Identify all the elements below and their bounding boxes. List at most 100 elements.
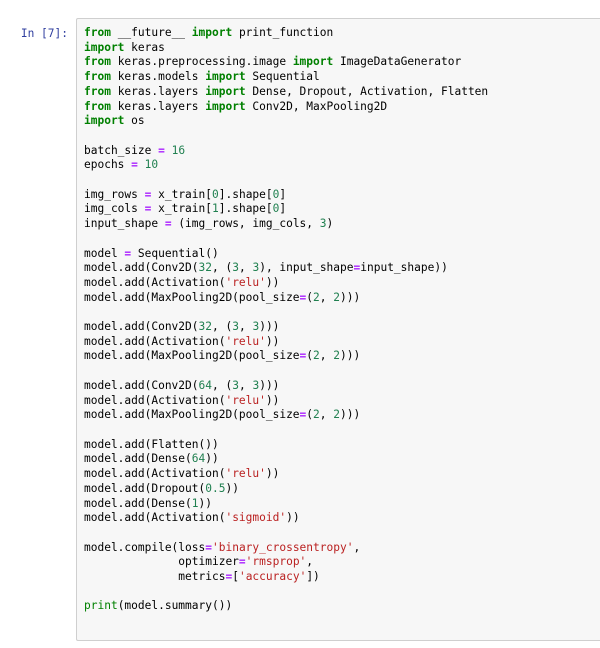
code-editor[interactable]: from __future__ import print_function im… (84, 26, 596, 614)
code-token: model.add(MaxPooling2D(pool_size (84, 349, 300, 363)
code-token: )) (265, 467, 280, 481)
code-line: input_shape = (img_rows, img_cols, 3) (84, 217, 333, 230)
code-token: 2 (313, 290, 320, 304)
code-token: 'relu' (225, 334, 266, 348)
code-token: model.add(Activation( (84, 334, 226, 348)
code-token: model (84, 246, 125, 260)
code-token: )) (286, 511, 300, 525)
code-token: import (205, 70, 246, 84)
code-token: input_shape)) (360, 261, 448, 275)
code-token: ))) (259, 378, 280, 392)
code-token: , (319, 408, 334, 422)
code-token: (img_rows, img_cols, (171, 217, 320, 231)
code-token: = (158, 143, 165, 157)
code-token: model.add(Activation( (84, 511, 226, 525)
code-token: optimizer (84, 555, 239, 569)
code-token: , (306, 555, 314, 569)
code-token: 'rmsprop' (245, 555, 307, 569)
code-token: x_train[ (151, 202, 212, 216)
code-token: model.add(Conv2D( (84, 378, 199, 392)
code-line: import keras (84, 41, 165, 54)
code-token: , (238, 320, 253, 334)
code-token: , (238, 261, 253, 275)
code-token: )) (225, 481, 239, 495)
code-token: model.add(Dense( (84, 496, 192, 510)
code-line: model.add(Conv2D(32, (3, 3))) (84, 320, 279, 333)
notebook-container: In [7]: from __future__ import print_fun… (0, 0, 600, 648)
code-line: from keras.layers import Conv2D, MaxPool… (84, 100, 387, 113)
code-token: ))) (340, 349, 361, 363)
code-token: model.add(Dropout( (84, 481, 206, 495)
code-token: import (205, 99, 246, 113)
code-line: model.add(Activation('relu')) (84, 467, 279, 480)
code-token: model.add(MaxPooling2D(pool_size (84, 408, 300, 422)
code-token: from (84, 99, 111, 113)
code-token: ) (326, 217, 334, 231)
code-line: model.add(Dropout(0.5)) (84, 482, 239, 495)
code-token: ))) (259, 320, 280, 334)
code-line: img_rows = x_train[0].shape[0] (84, 188, 286, 201)
code-token: )) (265, 393, 280, 407)
code-token: )) (198, 496, 213, 510)
code-token: keras (124, 40, 165, 54)
code-token: = (164, 217, 172, 231)
code-token: model.add(Dense( (84, 452, 192, 466)
code-token: , (238, 378, 253, 392)
code-token: Conv2D, MaxPooling2D (245, 99, 388, 113)
code-token: Sequential (245, 70, 320, 84)
code-token: )) (265, 334, 280, 348)
code-line: model = Sequential() (84, 247, 219, 260)
code-token: 10 (144, 158, 159, 172)
code-input-area[interactable]: from __future__ import print_function im… (76, 18, 600, 641)
code-token: img_cols (84, 202, 145, 216)
code-line: model.add(Activation('relu')) (84, 394, 279, 407)
code-token: __future__ (110, 26, 192, 39)
code-token: os (124, 114, 145, 128)
code-line: epochs = 10 (84, 158, 158, 171)
code-token: import (84, 40, 125, 54)
code-line: from keras.layers import Dense, Dropout,… (84, 85, 488, 98)
code-token: import (191, 26, 233, 39)
code-line: img_cols = x_train[1].shape[0] (84, 202, 286, 215)
code-token: keras.layers (110, 99, 206, 113)
code-token: , (353, 540, 361, 554)
code-token: model.add(Conv2D( (84, 261, 199, 275)
code-cell[interactable]: In [7]: from __future__ import print_fun… (0, 18, 600, 641)
code-line: from keras.models import Sequential (84, 70, 320, 83)
code-line: model.add(Dense(1)) (84, 497, 212, 510)
code-token: ] (279, 187, 287, 201)
code-token: x_train[ (151, 187, 212, 201)
code-token: 'sigmoid' (225, 511, 287, 525)
code-token: 64 (198, 378, 212, 392)
code-token: 'relu' (225, 393, 266, 407)
code-token: 32 (198, 320, 212, 334)
code-token: model.add(Conv2D( (84, 320, 199, 334)
code-token: , (319, 349, 334, 363)
code-line: from keras.preprocessing.image import Im… (84, 55, 461, 68)
code-token: ImageDataGenerator (333, 55, 462, 69)
code-token: 1 (212, 202, 219, 216)
code-token: 2 (313, 349, 320, 363)
code-token: ].shape[ (218, 187, 273, 201)
code-token: 64 (191, 452, 206, 466)
code-token: )) (205, 452, 219, 466)
code-token: batch_size (84, 143, 159, 157)
code-token: 'relu' (225, 467, 266, 481)
execution-count-prompt: In [7]: (20, 27, 68, 40)
code-line: metrics=['accuracy']) (84, 570, 320, 583)
code-token: import (84, 114, 125, 128)
code-token: from (84, 26, 111, 39)
code-token: Dense, Dropout, Activation, Flatten (245, 84, 489, 98)
code-token: model.add(MaxPooling2D(pool_size (84, 290, 300, 304)
code-token: ] (279, 202, 287, 216)
code-token: = (205, 540, 212, 554)
code-token: from (84, 70, 111, 84)
code-line: batch_size = 16 (84, 144, 185, 157)
code-token: , ( (212, 261, 233, 275)
code-line: model.add(Dense(64)) (84, 452, 219, 465)
